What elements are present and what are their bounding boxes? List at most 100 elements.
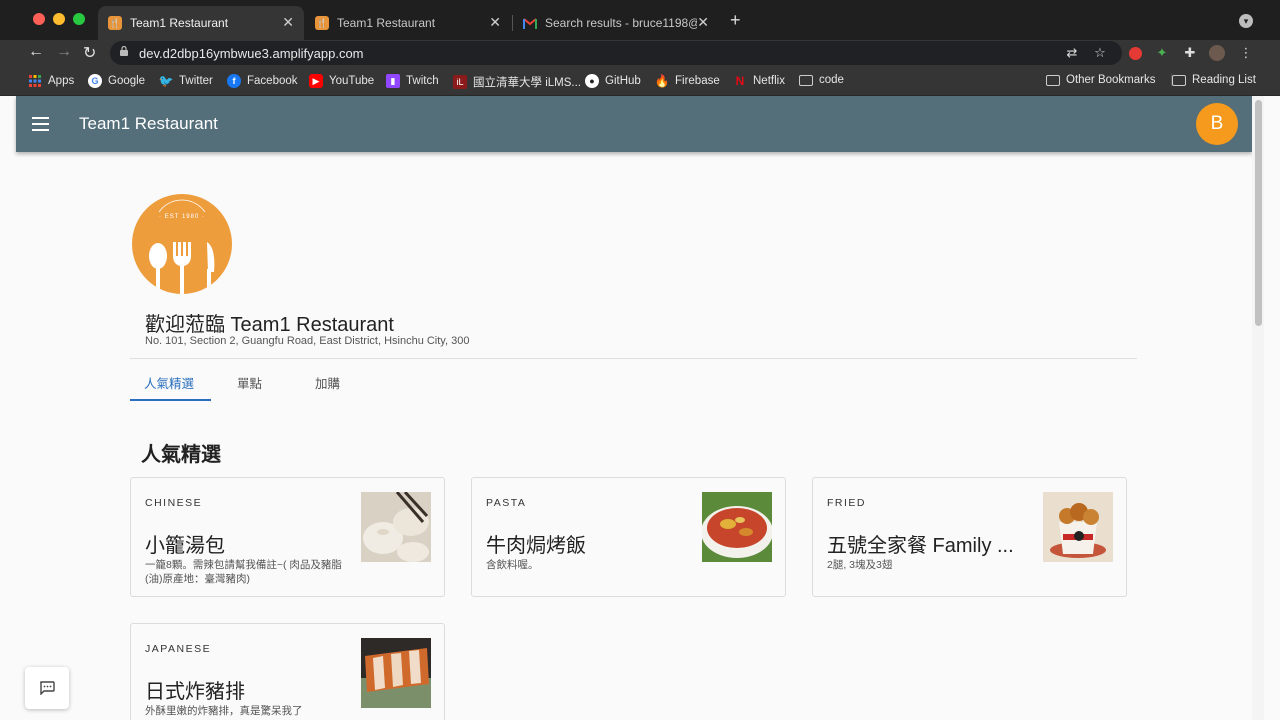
- card-category: PASTA: [486, 497, 527, 509]
- twitter-icon: 🐦: [158, 74, 174, 88]
- folder-icon: [799, 74, 813, 86]
- close-tab-icon[interactable]: ✕: [489, 14, 501, 31]
- card-description: 一籠8顆。需辣包請幫我備註~( 肉品及豬脂(油)原產地：臺灣豬肉): [145, 559, 342, 585]
- youtube-icon: ▶: [309, 74, 323, 88]
- tab-title: Team1 Restaurant: [337, 16, 436, 30]
- bookmark-apps[interactable]: Apps: [28, 74, 74, 88]
- bookmark-github[interactable]: ● GitHub: [585, 74, 641, 88]
- folder-icon: [1046, 74, 1060, 86]
- back-arrow-icon[interactable]: ←: [28, 43, 44, 61]
- maximize-window-button[interactable]: [73, 13, 85, 25]
- browser-tab-2[interactable]: 🍴 Team1 Restaurant ✕: [305, 6, 511, 40]
- new-tab-button[interactable]: +: [730, 10, 741, 31]
- minimize-window-button[interactable]: [53, 13, 65, 25]
- bookmark-firebase[interactable]: 🔥 Firebase: [655, 74, 720, 88]
- more-menu-icon[interactable]: ⋮: [1238, 45, 1254, 61]
- card-title: 小籠湯包: [145, 535, 225, 557]
- app-bar: Team1 Restaurant B: [16, 96, 1252, 152]
- firebase-icon: 🔥: [654, 74, 670, 88]
- bookmark-twitter[interactable]: 🐦 Twitter: [159, 74, 213, 88]
- address-bar[interactable]: dev.d2dbp16ymbwue3.amplifyapp.com ⇄ ☆: [110, 41, 1122, 65]
- menu-card-tonkatsu[interactable]: JAPANESE 日式炸豬排 外酥里嫩的炸豬排，真是驚呆我了: [130, 623, 445, 720]
- chat-bubble-icon: [40, 681, 55, 695]
- bookmark-facebook[interactable]: f Facebook: [227, 74, 298, 88]
- baked-rice-photo: [702, 492, 772, 562]
- app-title: Team1 Restaurant: [79, 114, 218, 133]
- bookmark-label: Other Bookmarks: [1066, 74, 1156, 86]
- adblock-extension-icon[interactable]: [1127, 45, 1143, 61]
- bookmark-label: Firebase: [675, 75, 720, 87]
- forward-arrow-icon[interactable]: →: [56, 43, 72, 61]
- profile-avatar-icon[interactable]: [1209, 45, 1225, 61]
- reading-list-icon: [1172, 74, 1186, 86]
- scrollbar-thumb[interactable]: [1255, 100, 1262, 326]
- section-title: 人氣精選: [141, 444, 221, 466]
- divider: [130, 358, 1137, 359]
- colorful-extension-icon[interactable]: ✦: [1154, 45, 1170, 61]
- close-tab-icon[interactable]: ✕: [697, 14, 709, 31]
- dumpling-photo: [361, 492, 431, 562]
- card-title: 牛肉焗烤飯: [486, 535, 586, 557]
- bookmark-nthu-ilms[interactable]: iL 國立清華大學 iLMS...: [453, 74, 581, 90]
- browser-tab-1[interactable]: 🍴 Team1 Restaurant ✕: [98, 6, 304, 40]
- user-avatar[interactable]: B: [1196, 103, 1238, 145]
- bookmark-label: Apps: [48, 75, 75, 87]
- close-window-button[interactable]: [33, 13, 45, 25]
- tab-search-icon[interactable]: ▾: [1239, 14, 1253, 28]
- fried-chicken-photo: [1043, 492, 1113, 562]
- reload-icon[interactable]: ↻: [83, 43, 96, 63]
- tab-title: Search results - bruce1198@g: [545, 16, 697, 30]
- bookmark-label: Twitch: [406, 75, 439, 87]
- hamburger-menu-icon[interactable]: [32, 117, 49, 131]
- card-description: 2腿, 3塊及3翅: [827, 559, 893, 571]
- restaurant-name: 歡迎蒞臨 Team1 Restaurant: [145, 314, 394, 336]
- menu-card-family-meal[interactable]: FRIED 五號全家餐 Family ... 2腿, 3塊及3翅: [812, 477, 1127, 597]
- extensions-puzzle-icon[interactable]: ✚: [1182, 45, 1198, 61]
- bookmark-twitch[interactable]: ▮ Twitch: [386, 74, 439, 88]
- bookmark-label: Reading List: [1192, 74, 1256, 86]
- menu-card-xiaolongbao[interactable]: CHINESE 小籠湯包 一籠8顆。需辣包請幫我備註~( 肉品及豬脂(油)原產地…: [130, 477, 445, 597]
- bookmark-youtube[interactable]: ▶ YouTube: [309, 74, 374, 88]
- bookmark-label: YouTube: [329, 75, 375, 87]
- bookmark-label: Facebook: [247, 75, 298, 87]
- translate-icon[interactable]: ⇄: [1064, 45, 1080, 61]
- restaurant-address: No. 101, Section 2, Guangfu Road, East D…: [145, 335, 470, 347]
- bookmark-label: Netflix: [753, 75, 785, 87]
- other-bookmarks[interactable]: Other Bookmarks: [1046, 74, 1155, 86]
- browser-tab-3[interactable]: Search results - bruce1198@g ✕: [513, 6, 719, 40]
- bookmark-label: 國立清華大學 iLMS...: [473, 77, 581, 89]
- cutlery-icon: [149, 199, 215, 294]
- bookmarks-bar: Apps G Google 🐦 Twitter f Facebook ▶ You…: [0, 68, 1280, 96]
- netflix-icon: N: [735, 74, 745, 88]
- google-icon: G: [88, 74, 102, 88]
- tab-strip: 🍴 Team1 Restaurant ✕ 🍴 Team1 Restaurant …: [0, 0, 1280, 40]
- chat-button[interactable]: [25, 667, 69, 709]
- url-text: dev.d2dbp16ymbwue3.amplifyapp.com: [139, 46, 364, 61]
- bookmark-google[interactable]: G Google: [88, 74, 145, 88]
- reading-list[interactable]: Reading List: [1171, 74, 1256, 86]
- card-category: FRIED: [827, 497, 866, 509]
- bookmark-netflix[interactable]: N Netflix: [733, 74, 785, 88]
- pork-cutlet-photo: [361, 638, 431, 708]
- twitch-icon: ▮: [386, 74, 400, 88]
- bookmark-star-icon[interactable]: ☆: [1092, 45, 1108, 61]
- tab-popular[interactable]: 人氣精選: [144, 373, 194, 392]
- github-icon: ●: [585, 74, 599, 88]
- restaurant-logo: · EST 1980 ·: [132, 194, 232, 294]
- tab-add-ons[interactable]: 加購: [315, 373, 340, 392]
- bookmark-label: Twitter: [179, 75, 213, 87]
- active-tab-indicator: [130, 399, 211, 401]
- card-title: 五號全家餐 Family ...: [827, 535, 1014, 557]
- browser-window: 🍴 Team1 Restaurant ✕ 🍴 Team1 Restaurant …: [0, 0, 1280, 720]
- apps-grid-icon: [28, 74, 42, 88]
- bookmark-label: Google: [108, 75, 146, 87]
- restaurant-favicon-icon: 🍴: [315, 16, 329, 30]
- tab-single-items[interactable]: 單點: [237, 373, 262, 392]
- bookmark-folder-code[interactable]: code: [799, 74, 844, 86]
- gmail-icon: [523, 16, 537, 30]
- menu-card-beef-rice[interactable]: PASTA 牛肉焗烤飯 含飲料喔。: [471, 477, 786, 597]
- nthu-icon: iL: [453, 75, 467, 89]
- close-tab-icon[interactable]: ✕: [282, 14, 294, 31]
- browser-toolbar: ← → ↻ dev.d2dbp16ymbwue3.amplifyapp.com …: [0, 40, 1280, 68]
- card-description: 外酥里嫩的炸豬排，真是驚呆我了: [145, 705, 303, 717]
